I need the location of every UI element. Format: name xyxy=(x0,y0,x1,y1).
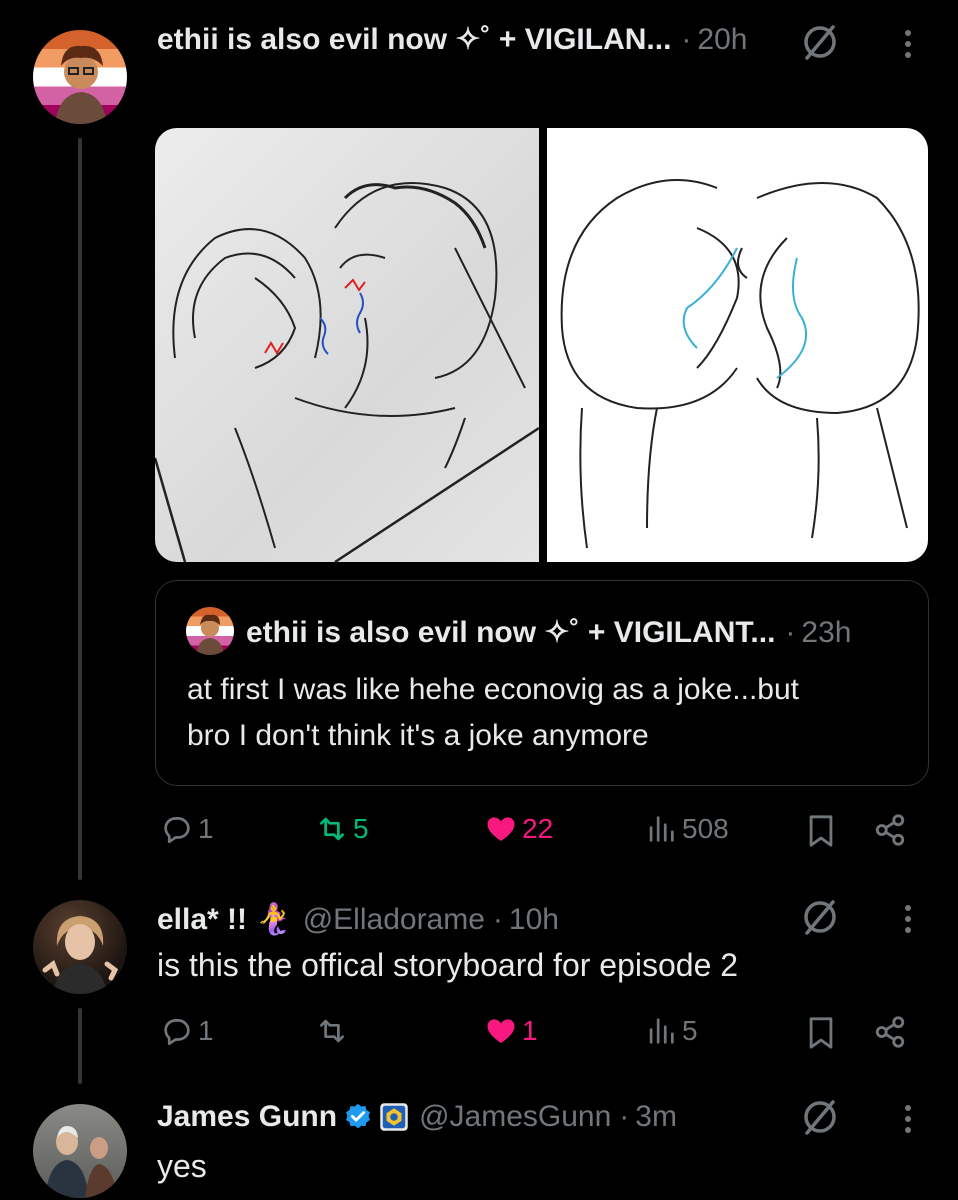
more-icon[interactable] xyxy=(902,905,914,933)
thread-line xyxy=(78,138,82,880)
views-count: 508 xyxy=(682,813,729,844)
author-handle[interactable]: @Elladorame xyxy=(303,903,485,937)
grok-icon[interactable] xyxy=(800,22,840,62)
like-icon xyxy=(487,817,515,842)
drawing-image-left[interactable] xyxy=(155,128,539,562)
bookmark-icon[interactable] xyxy=(806,814,836,848)
reply-button[interactable]: 1 xyxy=(160,812,214,846)
views-button[interactable]: 508 xyxy=(644,812,729,846)
reply-icon xyxy=(164,817,190,844)
like-button[interactable]: 22 xyxy=(484,812,553,846)
more-icon[interactable] xyxy=(902,30,914,58)
post-header: ethii is also evil now ✧˚ + VIGILAN... ·… xyxy=(157,22,747,57)
repost-count: 5 xyxy=(353,813,369,844)
reply-header: James Gunn @JamesGunn · 3m xyxy=(157,1100,677,1134)
author-handle[interactable]: @JamesGunn xyxy=(419,1100,611,1134)
thread-line xyxy=(78,1008,82,1084)
like-icon xyxy=(487,1019,515,1044)
separator: · xyxy=(619,1100,630,1133)
like-button[interactable]: 1 xyxy=(484,1014,538,1048)
views-count: 5 xyxy=(682,1015,698,1046)
repost-icon xyxy=(320,817,344,841)
separator: · xyxy=(785,615,796,649)
share-icon[interactable] xyxy=(872,1014,908,1050)
reply-time[interactable]: 10h xyxy=(509,903,559,937)
author-name[interactable]: James Gunn xyxy=(157,1100,337,1134)
avatar[interactable] xyxy=(33,900,127,994)
reply-time[interactable]: 3m xyxy=(635,1100,677,1134)
avatar[interactable] xyxy=(33,1104,127,1198)
repost-button[interactable] xyxy=(315,1014,353,1048)
post-time[interactable]: 20h xyxy=(697,23,747,57)
quoted-author-name: ethii is also evil now ✧˚ + VIGILANT... xyxy=(246,616,776,649)
separator: · xyxy=(492,902,503,936)
grok-icon[interactable] xyxy=(800,1097,840,1137)
author-name[interactable]: ella* !! 🧜‍♀️ xyxy=(157,902,293,937)
quoted-post[interactable]: ethii is also evil now ✧˚ + VIGILANT... … xyxy=(155,580,929,786)
drawing-image-right[interactable] xyxy=(547,128,928,562)
repost-icon xyxy=(320,1019,344,1043)
views-icon xyxy=(649,816,674,842)
reply-button[interactable]: 1 xyxy=(160,1014,214,1048)
reply-icon xyxy=(164,1019,190,1046)
verified-icon xyxy=(346,1103,371,1129)
grok-icon[interactable] xyxy=(800,897,840,937)
reply-header: ella* !! 🧜‍♀️ @Elladorame · 10h xyxy=(157,902,559,937)
share-icon[interactable] xyxy=(872,812,908,848)
views-icon xyxy=(649,1018,674,1044)
reply-count: 1 xyxy=(198,1015,214,1046)
bookmark-icon[interactable] xyxy=(806,1016,836,1050)
quoted-header: ethii is also evil now ✧˚ + VIGILANT... … xyxy=(246,615,851,650)
quoted-avatar xyxy=(186,607,234,655)
like-count: 22 xyxy=(522,813,554,844)
repost-button[interactable]: 5 xyxy=(315,812,369,846)
separator: · xyxy=(681,22,692,56)
quoted-text-line-1: at first I was like hehe econovig as a j… xyxy=(187,673,799,706)
views-button[interactable]: 5 xyxy=(644,1014,698,1048)
author-name[interactable]: ethii is also evil now ✧˚ + VIGILAN... xyxy=(157,22,671,57)
affiliate-badge-icon xyxy=(380,1103,408,1131)
quoted-text-line-2: bro I don't think it's a joke anymore xyxy=(187,719,649,752)
reply-count: 1 xyxy=(198,813,214,844)
like-count: 1 xyxy=(522,1015,538,1046)
quoted-post-time: 23h xyxy=(801,615,852,649)
reply-text: is this the offical storyboard for episo… xyxy=(157,947,739,983)
more-icon[interactable] xyxy=(902,1105,914,1133)
reply-text: yes xyxy=(157,1148,207,1184)
avatar[interactable] xyxy=(33,30,127,124)
